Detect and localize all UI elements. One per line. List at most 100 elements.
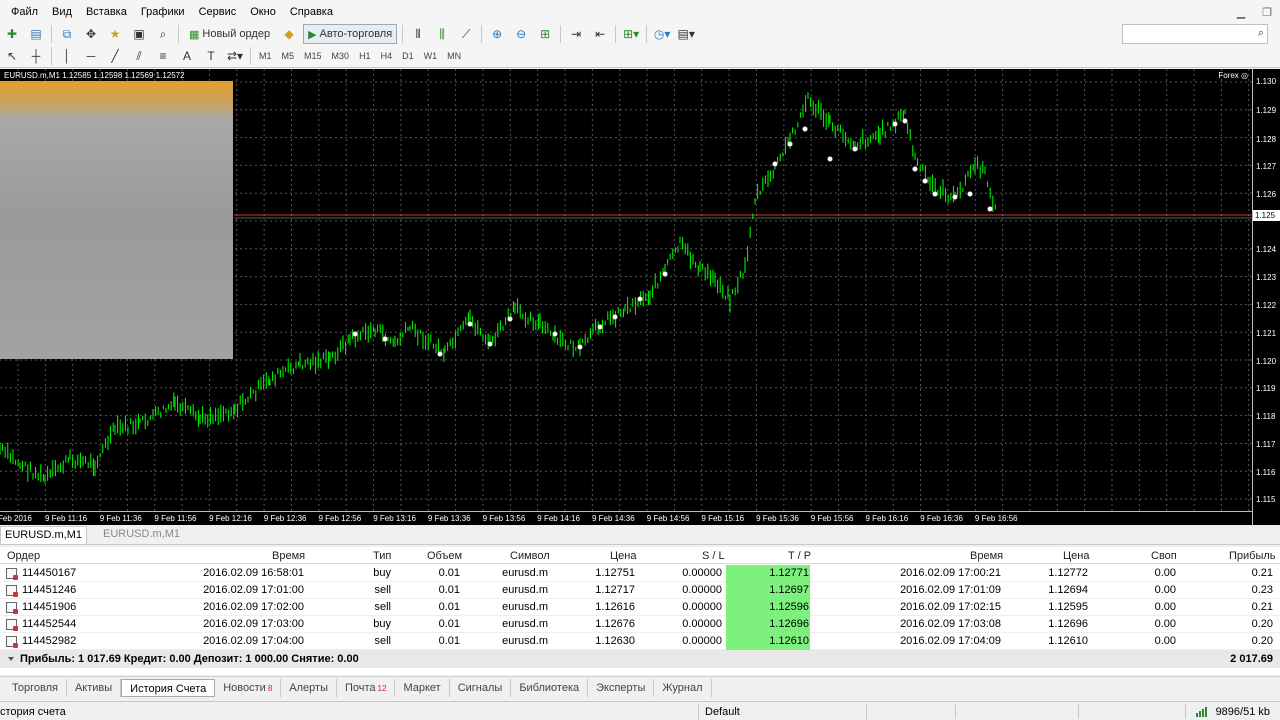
vertical-line-icon[interactable]: │ bbox=[57, 46, 77, 66]
col-order[interactable]: Ордер bbox=[7, 550, 40, 562]
menu-window[interactable]: Окно bbox=[243, 0, 283, 24]
terminal-tab[interactable]: Библиотека bbox=[511, 678, 589, 697]
gear-icon[interactable]: ◎ bbox=[1241, 71, 1248, 80]
col-symbol[interactable]: Символ bbox=[510, 550, 550, 562]
metaeditor-icon[interactable]: ◆ bbox=[279, 24, 299, 44]
fibonacci-icon[interactable]: ≡ bbox=[153, 46, 173, 66]
cell-close-price: 1.12696 bbox=[1048, 618, 1088, 630]
chart-shift-icon[interactable]: ⇥ bbox=[566, 24, 586, 44]
timeframe-mn[interactable]: MN bbox=[442, 51, 466, 61]
terminal-tab-label: Новости bbox=[223, 681, 266, 694]
menu-view[interactable]: Вид bbox=[45, 0, 79, 24]
horizontal-line-icon[interactable]: ─ bbox=[81, 46, 101, 66]
col-close-time[interactable]: Время bbox=[970, 550, 1003, 562]
col-profit[interactable]: Прибыль bbox=[1229, 550, 1276, 562]
search-icon[interactable]: ⌕ bbox=[1258, 27, 1264, 40]
terminal-tab[interactable]: История Счета bbox=[121, 678, 216, 697]
forex-badge: Forex ◎ bbox=[1218, 71, 1248, 80]
indicators-icon[interactable]: ⊞▾ bbox=[621, 24, 641, 44]
zoom-out-icon[interactable]: ⊖ bbox=[511, 24, 531, 44]
col-type[interactable]: Тип bbox=[373, 550, 391, 562]
terminal-tab-label: Торговля bbox=[12, 681, 58, 694]
terminal-tab[interactable]: Активы bbox=[67, 678, 122, 697]
price-chart[interactable]: EURUSD.m,M1 1.12585 1.12598 1.12569 1.12… bbox=[0, 69, 1280, 525]
menu-charts[interactable]: Графики bbox=[134, 0, 192, 24]
table-row[interactable]: 114452544 2016.02.09 17:03:00 buy 0.01 eurus… bbox=[0, 616, 1280, 633]
terminal-tab[interactable]: Журнал bbox=[654, 678, 712, 697]
tile-windows-icon[interactable]: ⊞ bbox=[535, 24, 555, 44]
timeframe-m15[interactable]: M15 bbox=[299, 51, 327, 61]
text-icon[interactable]: A bbox=[177, 46, 197, 66]
terminal-icon[interactable]: ▣ bbox=[129, 24, 149, 44]
trade-marker bbox=[912, 166, 918, 172]
timeframe-h4[interactable]: H4 bbox=[376, 51, 398, 61]
periods-icon[interactable]: ◷▾ bbox=[652, 24, 672, 44]
table-row[interactable]: 114451246 2016.02.09 17:01:00 sell 0.01 euru… bbox=[0, 582, 1280, 599]
new-order-button[interactable]: ▦ Новый ордер bbox=[184, 24, 275, 44]
table-header: Ордер Время Тип Объем Символ Цена S / L … bbox=[0, 547, 1280, 564]
terminal-tab[interactable]: Маркет bbox=[395, 678, 450, 697]
col-sl[interactable]: S / L bbox=[702, 550, 725, 562]
auto-trading-button[interactable]: ▶ Авто-торговля bbox=[303, 24, 398, 44]
templates-icon[interactable]: ▤▾ bbox=[676, 24, 696, 44]
terminal-tab[interactable]: Торговля bbox=[4, 678, 67, 697]
market-watch-icon[interactable]: ⧉ bbox=[57, 24, 77, 44]
search-input[interactable]: ⌕ bbox=[1122, 24, 1268, 44]
candlestick-icon[interactable]: ⫼ bbox=[432, 24, 452, 44]
col-volume[interactable]: Объем bbox=[427, 550, 462, 562]
table-row[interactable]: 114450167 2016.02.09 16:58:01 buy 0.01 eurus… bbox=[0, 565, 1280, 582]
terminal-tab[interactable]: Почта 12 bbox=[337, 678, 396, 697]
cell-profit: 0.21 bbox=[1251, 567, 1273, 579]
col-close-price[interactable]: Цена bbox=[1063, 550, 1089, 562]
zoom-in-icon[interactable]: ⊕ bbox=[487, 24, 507, 44]
blurred-overlay bbox=[0, 81, 233, 359]
price-tick-label: 1.117 bbox=[1256, 440, 1276, 449]
navigator-icon[interactable]: ★ bbox=[105, 24, 125, 44]
cell-price: 1.12751 bbox=[595, 567, 635, 579]
arrows-icon[interactable]: ⇄▾ bbox=[225, 46, 245, 66]
tester-icon[interactable]: ⌕ bbox=[153, 24, 173, 44]
cell-swap: 0.00 bbox=[1154, 584, 1176, 596]
terminal-tab[interactable]: Алерты bbox=[281, 678, 337, 697]
text-label-icon[interactable]: T bbox=[201, 46, 221, 66]
collapse-icon[interactable] bbox=[8, 657, 14, 661]
menu-insert[interactable]: Вставка bbox=[79, 0, 134, 24]
menu-tools[interactable]: Сервис bbox=[192, 0, 244, 24]
menu-file[interactable]: Файл bbox=[0, 0, 45, 24]
minimize-icon[interactable]: ▁ bbox=[1228, 0, 1254, 24]
cursor-icon[interactable]: ↖ bbox=[2, 46, 22, 66]
autoscroll-icon[interactable]: ⇤ bbox=[590, 24, 610, 44]
timeframe-h1[interactable]: H1 bbox=[354, 51, 376, 61]
terminal-tab[interactable]: Эксперты bbox=[588, 678, 655, 697]
trendline-icon[interactable]: ╱ bbox=[105, 46, 125, 66]
table-row[interactable]: 114451906 2016.02.09 17:02:00 sell 0.01 euru… bbox=[0, 599, 1280, 616]
timeframe-w1[interactable]: W1 bbox=[419, 51, 443, 61]
col-tp[interactable]: T / P bbox=[788, 550, 811, 562]
line-chart-icon[interactable]: ⟋ bbox=[456, 24, 476, 44]
bar-chart-icon[interactable]: ⫴ bbox=[408, 24, 428, 44]
timeframe-m1[interactable]: M1 bbox=[254, 51, 277, 61]
chart-tab-eurusd-2[interactable]: EURUSD.m,M1 bbox=[99, 526, 184, 544]
profiles-icon[interactable]: ▤ bbox=[26, 24, 46, 44]
terminal-tab[interactable]: Сигналы bbox=[450, 678, 512, 697]
menu-help[interactable]: Справка bbox=[283, 0, 340, 24]
timeframe-m30[interactable]: M30 bbox=[327, 51, 355, 61]
col-swap[interactable]: Своп bbox=[1151, 550, 1177, 562]
toolbar-separator bbox=[51, 25, 52, 43]
col-time[interactable]: Время bbox=[272, 550, 305, 562]
crosshair-icon[interactable]: ┼ bbox=[26, 46, 46, 66]
table-row[interactable]: 114452982 2016.02.09 17:04:00 sell 0.01 euru… bbox=[0, 633, 1280, 650]
cell-order: 114452544 bbox=[22, 618, 77, 630]
terminal-tab[interactable]: Новости 8 bbox=[215, 678, 282, 697]
restore-icon[interactable]: ❐ bbox=[1254, 0, 1280, 24]
col-price[interactable]: Цена bbox=[610, 550, 636, 562]
data-window-icon[interactable]: ✥ bbox=[81, 24, 101, 44]
status-traffic: 9896/51 kb bbox=[1215, 706, 1270, 718]
channel-icon[interactable]: ⫽ bbox=[129, 46, 149, 66]
new-chart-icon[interactable]: ✚ bbox=[2, 24, 22, 44]
chart-tab-eurusd-1[interactable]: EURUSD.m,M1 bbox=[0, 526, 88, 544]
timeframe-m5[interactable]: M5 bbox=[277, 51, 300, 61]
timeframe-d1[interactable]: D1 bbox=[397, 51, 419, 61]
trade-marker bbox=[382, 336, 388, 342]
toolbar-separator bbox=[481, 25, 483, 43]
